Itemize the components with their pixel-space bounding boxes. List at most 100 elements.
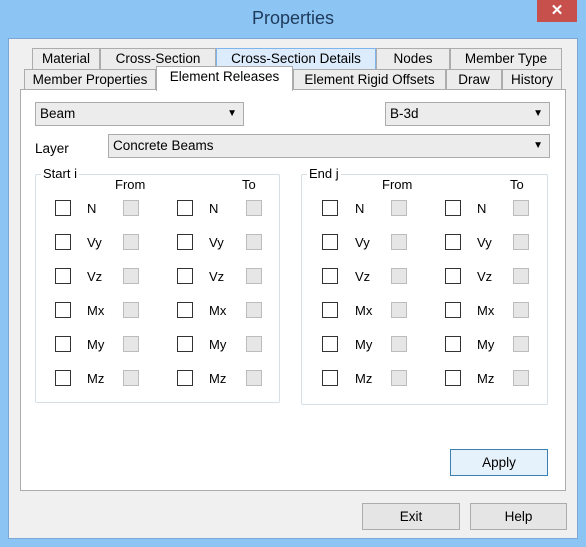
start-from-vz-disabled-checkbox bbox=[123, 268, 139, 284]
start-from-mx-label: Mx bbox=[87, 303, 105, 318]
end-from-n-checkbox[interactable] bbox=[322, 200, 338, 216]
type-combo-value: Beam bbox=[40, 106, 76, 121]
start-from-my-label: My bbox=[87, 337, 105, 352]
end-j-group bbox=[301, 174, 548, 405]
end-from-n-label: N bbox=[355, 201, 365, 216]
start-to-my-disabled-checkbox bbox=[246, 336, 262, 352]
end-to-mz-disabled-checkbox bbox=[513, 370, 529, 386]
chevron-down-icon: ▼ bbox=[227, 108, 237, 119]
start-i-group bbox=[35, 174, 280, 403]
start-to-vy-label: Vy bbox=[209, 235, 224, 250]
start-from-vz-checkbox[interactable] bbox=[55, 268, 71, 284]
start-to-mz-label: Mz bbox=[209, 371, 227, 386]
start-from-my-disabled-checkbox bbox=[123, 336, 139, 352]
start-to-vz-disabled-checkbox bbox=[246, 268, 262, 284]
end-to-mx-label: Mx bbox=[477, 303, 495, 318]
start-to-n-disabled-checkbox bbox=[246, 200, 262, 216]
end-to-vy-disabled-checkbox bbox=[513, 234, 529, 250]
end-from-my-disabled-checkbox bbox=[391, 336, 407, 352]
start-from-mz-checkbox[interactable] bbox=[55, 370, 71, 386]
end-to-vy-label: Vy bbox=[477, 235, 492, 250]
start-from-n-label: N bbox=[87, 201, 97, 216]
tab-element-releases[interactable]: Element Releases bbox=[156, 66, 293, 91]
type-combo[interactable]: Beam ▼ bbox=[35, 102, 244, 126]
start-to-mx-checkbox[interactable] bbox=[177, 302, 193, 318]
start-from-n-checkbox[interactable] bbox=[55, 200, 71, 216]
tab-member-type[interactable]: Member Type bbox=[450, 48, 562, 70]
start-to-n-label: N bbox=[209, 201, 219, 216]
layer-combo-value: Concrete Beams bbox=[113, 138, 214, 153]
start-from-vy-label: Vy bbox=[87, 235, 102, 250]
end-to-mx-checkbox[interactable] bbox=[445, 302, 461, 318]
start-to-n-checkbox[interactable] bbox=[177, 200, 193, 216]
end-from-mz-disabled-checkbox bbox=[391, 370, 407, 386]
start-to-mz-checkbox[interactable] bbox=[177, 370, 193, 386]
chevron-down-icon: ▼ bbox=[533, 108, 543, 119]
start-from-mx-checkbox[interactable] bbox=[55, 302, 71, 318]
apply-button[interactable]: Apply bbox=[450, 449, 548, 476]
end-to-my-disabled-checkbox bbox=[513, 336, 529, 352]
layer-label: Layer bbox=[35, 141, 69, 156]
end-to-vz-checkbox[interactable] bbox=[445, 268, 461, 284]
tab-draw[interactable]: Draw bbox=[446, 69, 502, 91]
title-bar: Properties ✕ bbox=[0, 0, 586, 38]
end-from-header: From bbox=[382, 177, 413, 192]
start-to-mx-disabled-checkbox bbox=[246, 302, 262, 318]
tab-history[interactable]: History bbox=[502, 69, 562, 91]
end-from-my-label: My bbox=[355, 337, 373, 352]
start-from-mz-label: Mz bbox=[87, 371, 105, 386]
start-from-n-disabled-checkbox bbox=[123, 200, 139, 216]
start-to-vz-checkbox[interactable] bbox=[177, 268, 193, 284]
end-from-vy-checkbox[interactable] bbox=[322, 234, 338, 250]
end-from-mx-checkbox[interactable] bbox=[322, 302, 338, 318]
end-to-vz-disabled-checkbox bbox=[513, 268, 529, 284]
end-from-mx-label: Mx bbox=[355, 303, 373, 318]
end-from-vy-disabled-checkbox bbox=[391, 234, 407, 250]
chevron-down-icon: ▼ bbox=[533, 140, 543, 151]
end-to-n-checkbox[interactable] bbox=[445, 200, 461, 216]
end-from-vz-checkbox[interactable] bbox=[322, 268, 338, 284]
tab-member-properties[interactable]: Member Properties bbox=[24, 69, 156, 91]
start-to-vy-checkbox[interactable] bbox=[177, 234, 193, 250]
start-from-my-checkbox[interactable] bbox=[55, 336, 71, 352]
start-from-mz-disabled-checkbox bbox=[123, 370, 139, 386]
start-from-vz-label: Vz bbox=[87, 269, 103, 284]
window-title: Properties bbox=[251, 8, 335, 28]
end-to-my-checkbox[interactable] bbox=[445, 336, 461, 352]
start-to-vz-label: Vz bbox=[209, 269, 225, 284]
section-combo-value: B-3d bbox=[390, 106, 419, 121]
close-icon[interactable]: ✕ bbox=[537, 0, 577, 22]
end-from-vz-disabled-checkbox bbox=[391, 268, 407, 284]
start-to-mz-disabled-checkbox bbox=[246, 370, 262, 386]
start-to-my-checkbox[interactable] bbox=[177, 336, 193, 352]
end-to-mz-label: Mz bbox=[477, 371, 495, 386]
end-j-title: End j bbox=[307, 166, 341, 181]
end-to-vz-label: Vz bbox=[477, 269, 493, 284]
end-to-n-disabled-checkbox bbox=[513, 200, 529, 216]
end-from-vy-label: Vy bbox=[355, 235, 370, 250]
end-to-n-label: N bbox=[477, 201, 487, 216]
end-from-vz-label: Vz bbox=[355, 269, 371, 284]
end-to-my-label: My bbox=[477, 337, 495, 352]
start-from-mx-disabled-checkbox bbox=[123, 302, 139, 318]
end-to-mz-checkbox[interactable] bbox=[445, 370, 461, 386]
tab-nodes[interactable]: Nodes bbox=[376, 48, 450, 70]
tab-material[interactable]: Material bbox=[32, 48, 100, 70]
tab-element-rigid-offsets[interactable]: Element Rigid Offsets bbox=[293, 69, 446, 91]
end-from-mz-checkbox[interactable] bbox=[322, 370, 338, 386]
start-i-title: Start i bbox=[41, 166, 79, 181]
end-from-mx-disabled-checkbox bbox=[391, 302, 407, 318]
start-to-my-label: My bbox=[209, 337, 227, 352]
exit-button[interactable]: Exit bbox=[362, 503, 460, 530]
end-from-my-checkbox[interactable] bbox=[322, 336, 338, 352]
end-to-vy-checkbox[interactable] bbox=[445, 234, 461, 250]
start-from-vy-checkbox[interactable] bbox=[55, 234, 71, 250]
layer-combo[interactable]: Concrete Beams ▼ bbox=[108, 134, 550, 158]
help-button[interactable]: Help bbox=[470, 503, 567, 530]
end-to-header: To bbox=[510, 177, 524, 192]
end-to-mx-disabled-checkbox bbox=[513, 302, 529, 318]
start-to-header: To bbox=[242, 177, 256, 192]
start-to-mx-label: Mx bbox=[209, 303, 227, 318]
section-combo[interactable]: B-3d ▼ bbox=[385, 102, 550, 126]
start-from-vy-disabled-checkbox bbox=[123, 234, 139, 250]
